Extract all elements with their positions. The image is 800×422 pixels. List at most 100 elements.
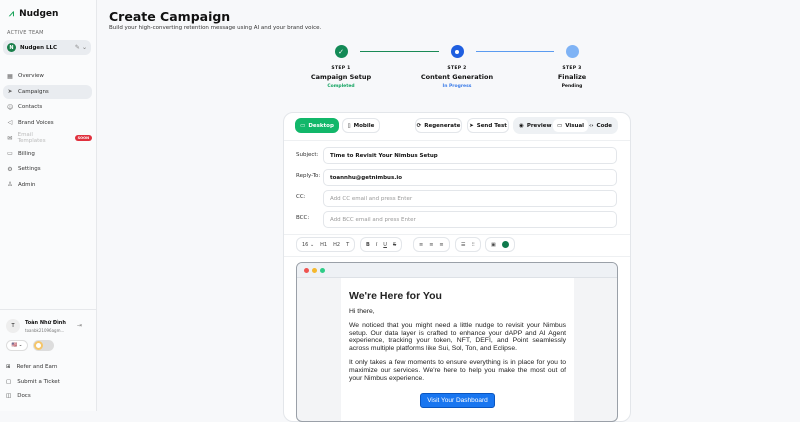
book-icon: ◫ [6, 393, 12, 400]
step-status: Pending [561, 84, 583, 89]
color-picker[interactable] [501, 241, 509, 248]
numbered-list-icon[interactable]: ⁝⁝ [471, 242, 474, 248]
logout-icon[interactable]: ⇥ [77, 322, 82, 329]
email-body[interactable]: We're Here for You Hi there, We noticed … [341, 278, 574, 421]
underline-icon[interactable]: U [383, 242, 387, 248]
bcc-label: BCC: [296, 215, 310, 221]
font-size-select[interactable]: 16 ⌄ [302, 242, 314, 248]
language-selector[interactable]: 🇺🇸 ⌄ [6, 340, 28, 351]
label: 16 [302, 241, 309, 248]
strikethrough-icon[interactable]: S [393, 242, 396, 248]
minimize-dot-icon [312, 267, 317, 273]
visit-dashboard-button[interactable]: Visit Your Dashboard [420, 392, 495, 408]
edit-icon[interactable]: ✎ ⌄ [75, 44, 87, 51]
tab-preview[interactable]: ◉ Preview [515, 119, 556, 132]
code-icon: ‹› [589, 122, 594, 129]
mobile-button[interactable]: ▯ Mobile [342, 118, 380, 133]
overview-icon: ▦ [7, 72, 13, 80]
user-profile: T Toàn Nhữ Đình toanbk21096agm... ⇥ [0, 309, 96, 333]
send-test-button[interactable]: ➤ Send Test [467, 118, 509, 133]
sidebar-item-admin[interactable]: ♙ Admin [3, 178, 92, 192]
label: Docs [17, 393, 31, 400]
sidebar-item-brand-voices[interactable]: ◁ Brand Voices [3, 116, 92, 130]
label: Preview [526, 122, 552, 129]
step-status: Completed [327, 84, 355, 89]
sidebar-item-settings[interactable]: ⚙ Settings [3, 162, 92, 176]
step-title: Finalize [557, 73, 587, 81]
divider [284, 234, 630, 235]
sidebar-item-campaigns[interactable]: ➤ Campaigns [3, 84, 92, 99]
clear-format-icon[interactable]: T [346, 242, 349, 248]
list-group: ☰ ⁝⁝ [455, 237, 481, 252]
align-center-icon[interactable]: ≡ [429, 242, 433, 248]
billing-icon: ▭ [7, 150, 13, 157]
divider [284, 140, 630, 141]
text-format-group: 16 ⌄ H1 H2 T [296, 237, 356, 252]
sidebar-item-overview[interactable]: ▦ Overview [3, 69, 92, 83]
sidebar: ⩘ Nudgen ACTIVE TEAM N Nudgen LLC ✎ ⌄ ▦ Over… [0, 0, 97, 411]
mail-icon: ✉ [7, 134, 13, 142]
align-group: ≡ ≡ ≡ [413, 237, 450, 252]
eye-icon: ◉ [519, 122, 524, 129]
label: Brand Voices [18, 119, 54, 126]
label: Refer and Earn [16, 364, 58, 371]
italic-icon[interactable]: I [376, 242, 377, 248]
subject-input[interactable]: Time to Revisit Your Nimbus Setup [323, 147, 617, 164]
logo-icon: ⩘ [9, 9, 15, 19]
gift-icon: ⊞ [6, 364, 11, 371]
tab-visual[interactable]: ▭ Visual [553, 119, 589, 132]
window-titlebar [297, 263, 617, 278]
bullet-list-icon[interactable]: ☰ [461, 242, 465, 248]
label: Mobile [353, 122, 375, 129]
align-right-icon[interactable]: ≡ [439, 242, 443, 248]
cc-input[interactable]: Add CC email and press Enter [323, 190, 617, 207]
label: Campaigns [18, 88, 49, 95]
bold-icon[interactable]: B [366, 242, 370, 248]
check-icon: ✓ [334, 45, 348, 58]
sidebar-item-email-templates: ✉ Email Templates SOON [3, 131, 92, 145]
reply-to-input[interactable]: toannhu@getnimbus.io [323, 169, 617, 186]
divider [284, 256, 630, 257]
label: Overview [18, 73, 44, 79]
docs-link[interactable]: ◫ Docs [6, 389, 60, 404]
label: Send Test [476, 122, 507, 129]
bcc-input[interactable]: Add BCC email and press Enter [323, 211, 617, 228]
label: Contacts [18, 104, 43, 110]
footer-links: ⊞ Refer and Earn ▢ Submit a Ticket ◫ Docs [6, 360, 60, 404]
send-icon: ➤ [7, 88, 13, 95]
logo[interactable]: ⩘ Nudgen [9, 9, 58, 19]
close-dot-icon [304, 267, 309, 273]
refer-and-earn-link[interactable]: ⊞ Refer and Earn [6, 360, 60, 375]
style-group: BIUS [360, 237, 403, 252]
sidebar-item-billing[interactable]: ▭ Billing [3, 147, 92, 161]
label: Code [596, 122, 613, 129]
label: Admin [18, 181, 36, 188]
visual-icon: ▭ [557, 122, 563, 129]
h2-button[interactable]: H2 [333, 242, 340, 248]
cc-label: CC: [296, 194, 306, 200]
page-title: Create Campaign [109, 9, 231, 24]
label: Billing [18, 150, 35, 157]
regenerate-button[interactable]: ⟳ Regenerate [415, 118, 462, 133]
h1-button[interactable]: H1 [320, 242, 327, 248]
team-selector[interactable]: N Nudgen LLC ✎ ⌄ [3, 40, 91, 55]
submit-ticket-link[interactable]: ▢ Submit a Ticket [6, 375, 60, 390]
soon-badge: SOON [74, 135, 92, 141]
maximize-dot-icon [320, 267, 325, 273]
insert-group: ▣ [485, 237, 515, 252]
user-email: toanbk21096agm... [25, 328, 65, 333]
step-number: STEP 3 [562, 66, 582, 71]
label: Settings [18, 166, 41, 172]
step-number: STEP 2 [447, 66, 467, 71]
sidebar-item-contacts[interactable]: ☺ Contacts [3, 100, 92, 114]
current-step-icon [450, 45, 464, 58]
image-icon[interactable]: ▣ [491, 242, 496, 248]
user-avatar: T [6, 319, 20, 333]
tab-code[interactable]: ‹› Code [585, 119, 616, 132]
label: Regenerate [424, 122, 461, 129]
theme-toggle[interactable] [33, 340, 54, 351]
pending-step-icon [565, 45, 579, 58]
label: Submit a Ticket [17, 378, 60, 385]
align-left-icon[interactable]: ≡ [419, 242, 423, 248]
desktop-button[interactable]: ▭ Desktop [295, 118, 339, 133]
